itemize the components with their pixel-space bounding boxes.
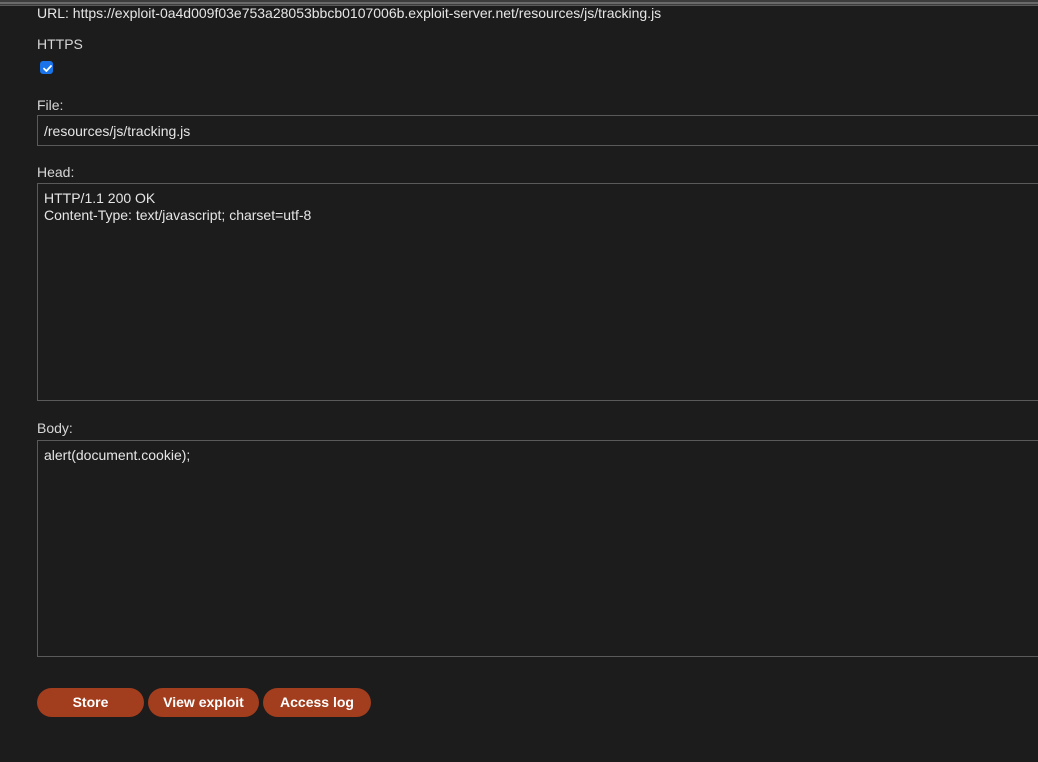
head-textarea[interactable]: HTTP/1.1 200 OK Content-Type: text/javas… <box>37 183 1038 401</box>
file-label: File: <box>37 97 64 113</box>
file-input[interactable] <box>37 115 1038 146</box>
store-button[interactable]: Store <box>37 688 144 717</box>
access-log-button[interactable]: Access log <box>263 688 371 717</box>
checkmark-icon <box>43 65 52 72</box>
body-label: Body: <box>37 420 73 436</box>
view-exploit-button[interactable]: View exploit <box>148 688 259 717</box>
exploit-url: URL: https://exploit-0a4d009f03e753a2805… <box>37 5 662 21</box>
https-label: HTTPS <box>37 36 83 52</box>
head-label: Head: <box>37 164 75 180</box>
body-textarea[interactable]: alert(document.cookie); <box>37 440 1038 657</box>
https-checkbox[interactable] <box>40 61 53 74</box>
